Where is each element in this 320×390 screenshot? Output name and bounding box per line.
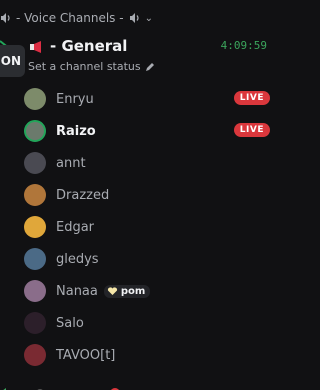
avatar: [24, 184, 46, 206]
member-name: Enryu: [56, 91, 94, 107]
speaker-icon: [1, 13, 10, 23]
avatar: [24, 88, 46, 110]
member-name: Drazzed: [56, 187, 110, 203]
live-badge[interactable]: LIVE: [233, 91, 270, 105]
speaker-icon: [129, 13, 139, 23]
voice-member[interactable]: Raizo LIVE: [24, 116, 274, 146]
member-name: Edgar: [56, 219, 95, 235]
member-name: Salo: [56, 315, 84, 331]
avatar: [24, 280, 46, 302]
voice-member[interactable]: Enryu LIVE: [24, 84, 274, 114]
voice-member[interactable]: Edgar: [24, 212, 274, 242]
next-channel-partial: [0, 380, 281, 390]
member-tag: pom: [103, 284, 151, 298]
voice-member[interactable]: Salo: [24, 308, 274, 338]
channel-name: - General: [50, 37, 128, 55]
pencil-icon: [145, 62, 154, 71]
voice-member[interactable]: TAVOO[t]: [24, 340, 274, 370]
channel-status-row[interactable]: Set a channel status: [28, 60, 155, 73]
status-placeholder: Set a channel status: [28, 60, 141, 73]
avatar: [24, 344, 46, 366]
voice-category-header[interactable]: - Voice Channels - ⌄: [0, 9, 153, 27]
voice-member[interactable]: annt: [24, 148, 274, 178]
member-name: TAVOO[t]: [56, 347, 116, 363]
member-name: annt: [56, 155, 86, 171]
avatar: [24, 312, 46, 334]
megaphone-icon: [30, 41, 41, 53]
avatar: [24, 216, 46, 238]
tooltip-text: ON: [0, 54, 21, 68]
voice-member[interactable]: Nanaa pom: [24, 276, 274, 306]
chevron-down-icon: ⌄: [144, 12, 153, 24]
heart-icon: [107, 287, 117, 295]
tooltip-stub: ON: [0, 45, 25, 77]
voice-channel-sidebar: - Voice Channels - ⌄ - General 4:09:59 S…: [0, 0, 281, 390]
avatar: [24, 248, 46, 270]
avatar: [24, 152, 46, 174]
member-name: Raizo: [56, 123, 96, 139]
member-name: Nanaa: [56, 283, 98, 299]
voice-member[interactable]: Drazzed: [24, 180, 274, 210]
call-timer: 4:09:59: [220, 39, 267, 52]
category-label: - Voice Channels -: [16, 11, 124, 25]
avatar: [24, 120, 46, 142]
member-tag-label: pom: [120, 285, 146, 297]
live-badge[interactable]: LIVE: [233, 123, 270, 137]
member-name: gledys: [56, 251, 99, 267]
voice-channel-general[interactable]: - General 4:09:59: [0, 36, 281, 58]
next-channel-fragment: [3, 388, 119, 390]
voice-member[interactable]: gledys: [24, 244, 274, 274]
